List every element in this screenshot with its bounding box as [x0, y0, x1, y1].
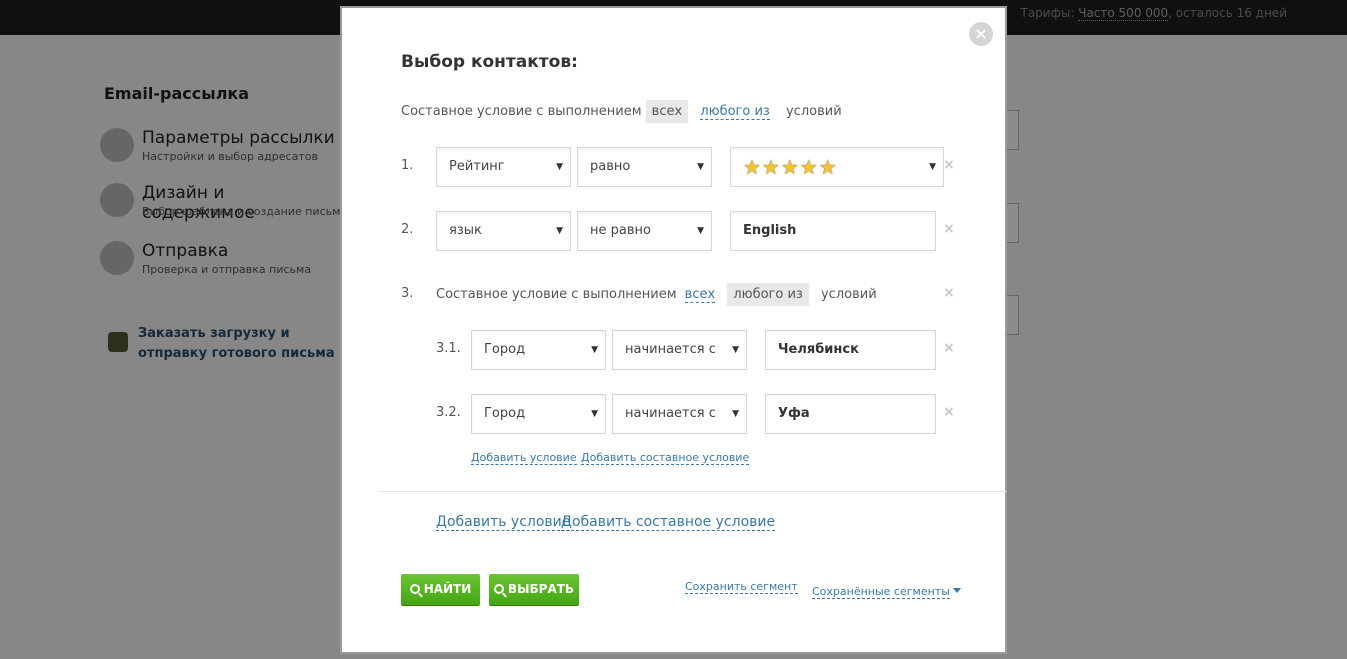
nested-any-toggle[interactable]: любого из	[727, 283, 809, 306]
nested-condition-prefix: Составное условие с выполнением	[436, 287, 677, 302]
root-any-toggle[interactable]: любого из	[700, 105, 770, 120]
modal-title: Выбор контактов:	[401, 52, 578, 72]
field-select[interactable]: Город ▼	[471, 394, 606, 434]
condition-number: 2.	[401, 222, 414, 237]
save-segment-link[interactable]: Сохранить сегмент	[685, 580, 798, 594]
nested-add-compound-link[interactable]: Добавить составное условие	[581, 451, 750, 465]
star-rating-icon: ★★★★★	[743, 155, 838, 179]
value-input[interactable]: English	[730, 211, 936, 251]
nested-condition: Составное условие с выполнением всех люб…	[436, 283, 877, 306]
remove-icon[interactable]: ×	[943, 285, 955, 301]
field-select[interactable]: Рейтинг ▼	[436, 147, 571, 187]
add-compound-link[interactable]: Добавить составное условие	[561, 514, 776, 531]
value-input[interactable]: Уфа	[765, 394, 936, 434]
field-select-value: язык	[449, 223, 482, 238]
root-condition-prefix: Составное условие с выполнением	[401, 104, 642, 119]
divider	[378, 491, 1007, 492]
saved-segments-dropdown[interactable]: Сохранённые сегменты	[812, 580, 961, 599]
chevron-down-icon: ▼	[697, 226, 704, 236]
chevron-down-icon: ▼	[556, 162, 563, 172]
search-icon	[493, 584, 504, 594]
remove-icon[interactable]: ×	[943, 221, 955, 237]
chevron-down-icon: ▼	[929, 162, 936, 172]
field-select-value: Город	[484, 406, 526, 421]
rating-select[interactable]: ★★★★★ ▼	[730, 147, 944, 187]
contact-selection-modal: × Выбор контактов: Составное условие с в…	[340, 6, 1007, 654]
field-select[interactable]: Город ▼	[471, 330, 606, 370]
chevron-down-icon: ▼	[591, 345, 598, 355]
condition-number: 3.1.	[436, 341, 461, 356]
find-button[interactable]: НАЙТИ	[401, 574, 480, 605]
condition-number: 3.2.	[436, 405, 461, 420]
condition-number: 3.	[401, 286, 414, 301]
root-condition: Составное условие с выполнением всех люб…	[401, 100, 842, 123]
chevron-down-icon: ▼	[732, 409, 739, 419]
operator-select-value: не равно	[590, 223, 651, 238]
operator-select-value: начинается с	[625, 342, 716, 357]
nested-add-condition-link[interactable]: Добавить условие	[471, 451, 577, 465]
field-select-value: Город	[484, 342, 526, 357]
operator-select-value: равно	[590, 159, 631, 174]
operator-select[interactable]: не равно ▼	[577, 211, 712, 251]
root-all-toggle[interactable]: всех	[645, 100, 689, 123]
nested-all-toggle[interactable]: всех	[684, 288, 716, 303]
close-icon[interactable]: ×	[969, 22, 993, 46]
operator-select[interactable]: начинается с ▼	[612, 330, 747, 370]
select-button-label: ВЫБРАТЬ	[507, 582, 575, 596]
remove-icon[interactable]: ×	[943, 404, 955, 420]
field-select[interactable]: язык ▼	[436, 211, 571, 251]
select-button[interactable]: ВЫБРАТЬ	[489, 574, 579, 605]
add-condition-link[interactable]: Добавить условие	[436, 514, 571, 531]
operator-select[interactable]: начинается с ▼	[612, 394, 747, 434]
operator-select[interactable]: равно ▼	[577, 147, 712, 187]
find-button-label: НАЙТИ	[423, 582, 472, 596]
remove-icon[interactable]: ×	[943, 340, 955, 356]
value-input[interactable]: Челябинск	[765, 330, 936, 370]
condition-number: 1.	[401, 158, 414, 173]
root-condition-suffix: условий	[785, 104, 842, 119]
chevron-down-icon: ▼	[591, 409, 598, 419]
chevron-down-icon: ▼	[732, 345, 739, 355]
nested-condition-suffix: условий	[820, 287, 877, 302]
saved-segments-label: Сохранённые сегменты	[812, 585, 950, 599]
remove-icon[interactable]: ×	[943, 157, 955, 173]
operator-select-value: начинается с	[625, 406, 716, 421]
caret-down-icon	[952, 588, 961, 593]
search-icon	[409, 584, 420, 594]
field-select-value: Рейтинг	[449, 159, 505, 174]
chevron-down-icon: ▼	[556, 226, 563, 236]
chevron-down-icon: ▼	[697, 162, 704, 172]
